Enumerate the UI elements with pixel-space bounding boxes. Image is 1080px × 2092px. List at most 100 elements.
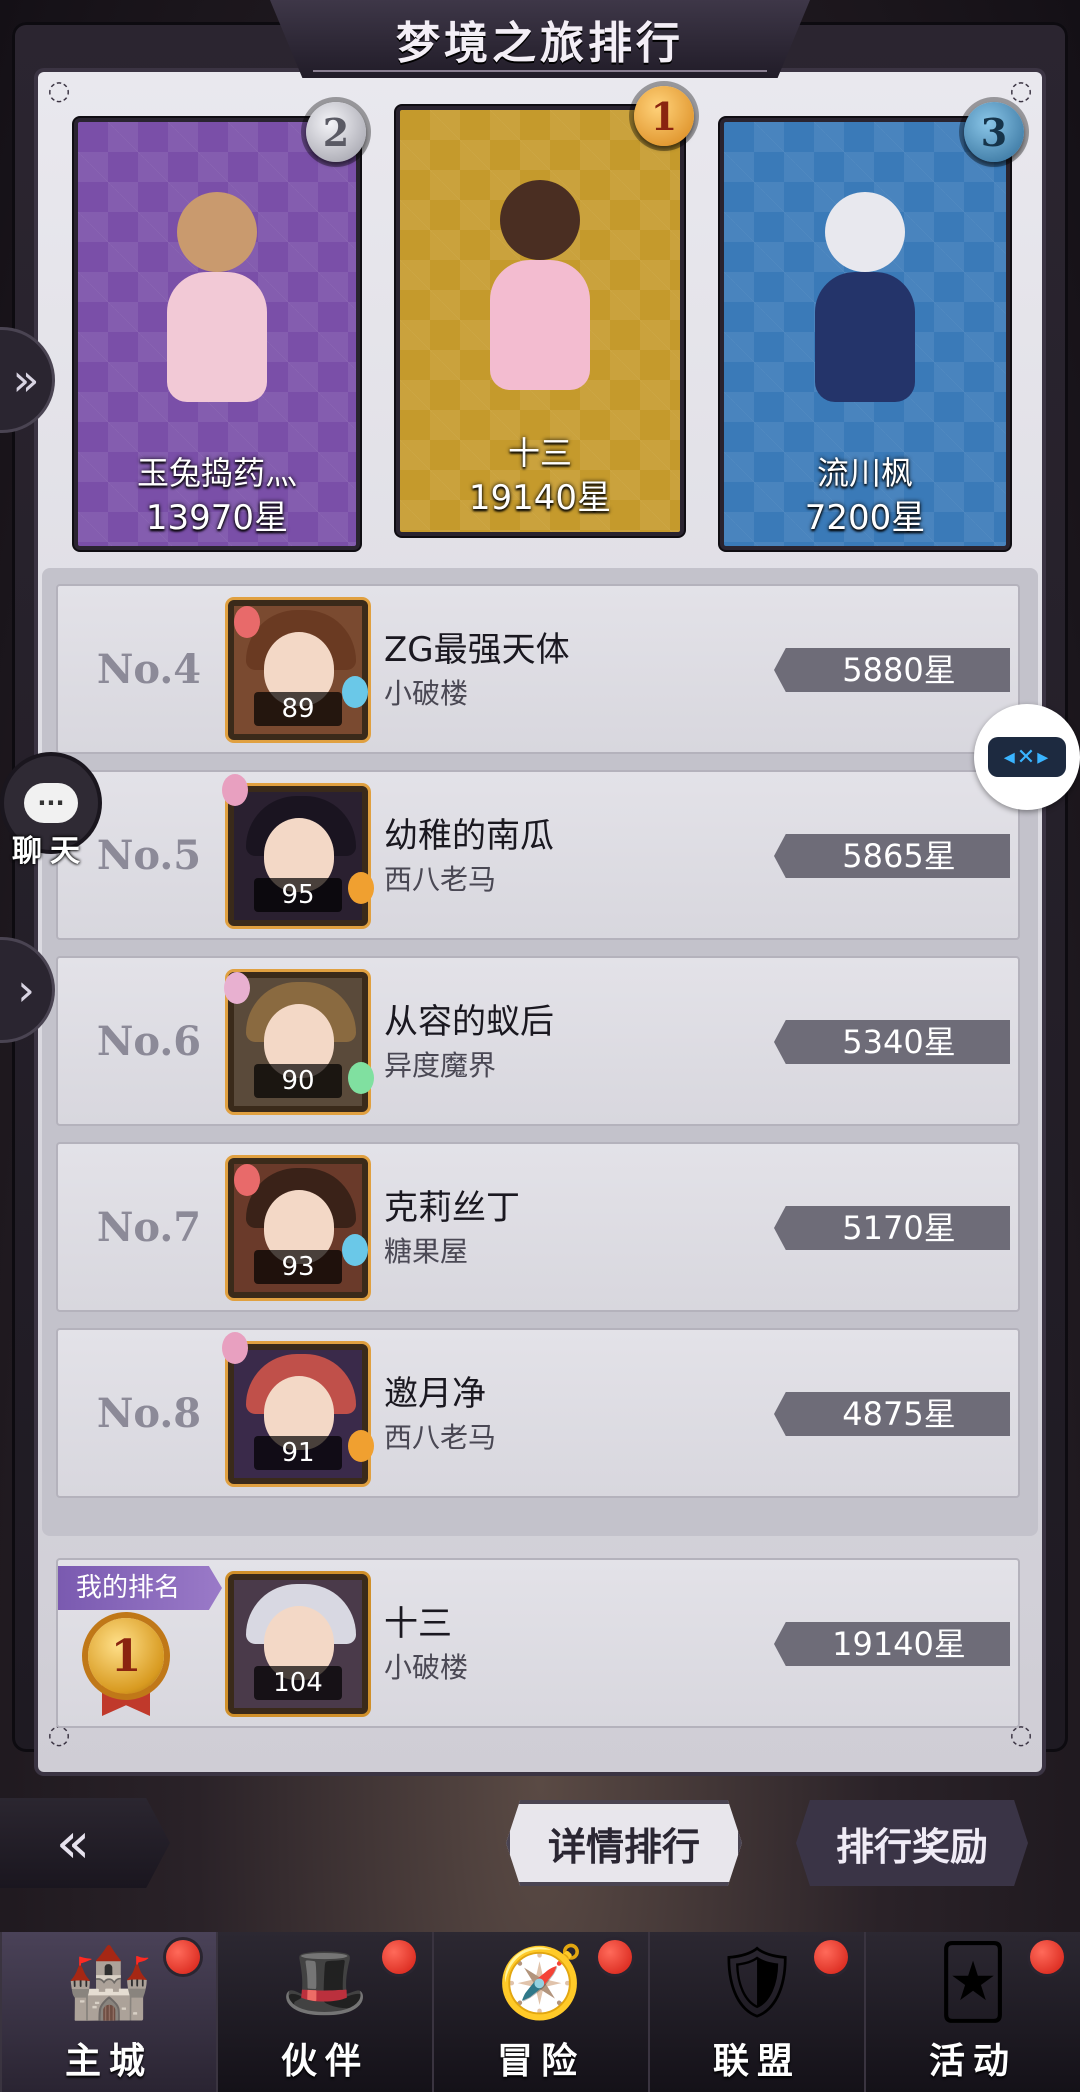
star-count: 5170星 — [774, 1206, 1010, 1250]
ranking-row[interactable]: No.7 93 克莉丝丁 糖果屋 5170星 — [56, 1142, 1020, 1312]
ranking-rewards-button[interactable]: 排行奖励 — [796, 1800, 1028, 1886]
guild-name: 西八老马 — [384, 863, 497, 896]
star-count: 5880星 — [774, 648, 1010, 692]
player-name: 邀月净 — [384, 1374, 486, 1414]
chat-label: 聊天 — [12, 834, 88, 869]
rank-number: No.8 — [96, 1390, 202, 1437]
party-horn-icon — [348, 872, 374, 904]
bubble-icon — [348, 1062, 374, 1094]
guild-name: 小破楼 — [384, 1651, 469, 1684]
gamepad-icon: ◂✕▸ — [988, 737, 1066, 777]
floating-game-button[interactable]: ◂✕▸ — [974, 704, 1080, 810]
star-count: 4875星 — [774, 1392, 1010, 1436]
corner-ornament: ◌ — [1009, 76, 1033, 106]
character-portrait — [142, 192, 292, 422]
podium-player-name: 十三 — [507, 434, 572, 472]
avatar[interactable]: 95 — [228, 786, 368, 926]
podium-star-count: 7200星 — [804, 498, 926, 538]
notification-dot — [814, 1940, 848, 1974]
player-name: 幼稚的南瓜 — [384, 816, 554, 856]
rank-number: No.5 — [96, 832, 202, 879]
star-count: 5865星 — [774, 834, 1010, 878]
player-level: 90 — [254, 1064, 342, 1098]
nav-label: 冒险 — [496, 2040, 585, 2082]
ranking-row[interactable]: No.6 90 从容的蚁后 异度魔界 5340星 — [56, 956, 1020, 1126]
double-chevron-right-icon: » — [12, 354, 40, 406]
balloon-icon — [342, 1234, 368, 1266]
ranking-row[interactable]: No.4 89 ZG最强天体 小破楼 5880星 — [56, 584, 1020, 754]
nav-item-events[interactable]: 🃏 活动 — [864, 1932, 1080, 2092]
balloon-icon — [234, 1164, 260, 1196]
rank-medal-icon: 1 — [88, 1618, 164, 1694]
star-count: 5340星 — [774, 1020, 1010, 1064]
player-name: ZG最强天体 — [384, 630, 570, 670]
nav-item-adventure[interactable]: 🧭 冒险 — [432, 1932, 648, 2092]
my-rank-tag: 我的排名 — [58, 1566, 222, 1610]
nav-label: 伙伴 — [280, 2040, 369, 2082]
guild-name: 西八老马 — [384, 1421, 497, 1454]
chat-icon: ··· — [24, 783, 78, 823]
rank-1-badge: 1 — [634, 86, 694, 146]
podium-player-name: 玉兔捣药灬 — [136, 454, 297, 492]
podium-star-count: 13970星 — [145, 498, 289, 538]
shield-icon: 🛡 — [712, 1940, 802, 2023]
title-plate: 梦境之旅排行 — [270, 0, 810, 78]
rank-number: No.7 — [96, 1204, 202, 1251]
my-rank-row[interactable]: 我的排名 1 104 十三 小破楼 19140星 — [56, 1558, 1020, 1728]
podium-card-rank-2[interactable]: 玉兔捣药灬 13970星 — [74, 118, 360, 550]
star-count: 19140星 — [774, 1622, 1010, 1666]
podium-player-name: 流川枫 — [816, 454, 913, 492]
avatar[interactable]: 91 — [228, 1344, 368, 1484]
podium-card-rank-3[interactable]: 流川枫 7200星 — [720, 118, 1010, 550]
character-portrait — [465, 180, 615, 410]
balloon-icon — [222, 774, 248, 806]
nav-item-partners[interactable]: 🎩 伙伴 — [216, 1932, 432, 2092]
ranking-row[interactable]: No.8 91 邀月净 西八老马 4875星 — [56, 1328, 1020, 1498]
player-name: 从容的蚁后 — [384, 1002, 554, 1042]
page-title: 梦境之旅排行 — [396, 18, 684, 69]
compass-icon: 🧭 — [497, 1940, 585, 2023]
player-level: 95 — [254, 878, 342, 912]
player-name: 克莉丝丁 — [384, 1188, 520, 1228]
rank-number: No.6 — [96, 1018, 202, 1065]
podium-card-rank-1[interactable]: 十三 19140星 — [396, 106, 684, 536]
nav-label: 联盟 — [712, 2040, 801, 2082]
balloon-icon — [234, 606, 260, 638]
balloon-icon — [342, 676, 368, 708]
rank-number: No.4 — [96, 646, 202, 693]
player-level: 104 — [254, 1666, 342, 1700]
player-level: 89 — [254, 692, 342, 726]
ranking-row[interactable]: No.5 95 幼稚的南瓜 西八老马 5865星 — [56, 770, 1020, 940]
cards-icon: 🃏 — [937, 1941, 1009, 2023]
avatar[interactable]: 104 — [228, 1574, 368, 1714]
nav-label: 主城 — [64, 2040, 153, 2082]
character-portrait — [790, 192, 940, 422]
party-horn-icon — [348, 1430, 374, 1462]
guild-name: 小破楼 — [384, 677, 469, 710]
guild-name: 糖果屋 — [384, 1235, 469, 1268]
player-level: 91 — [254, 1436, 342, 1470]
rank-3-badge: 3 — [964, 102, 1024, 162]
player-name: 十三 — [384, 1604, 452, 1644]
detail-ranking-button[interactable]: 详情排行 — [506, 1800, 742, 1886]
chevron-right-icon: › — [17, 964, 35, 1016]
notification-dot — [1030, 1940, 1064, 1974]
nav-item-alliance[interactable]: 🛡 联盟 — [648, 1932, 864, 2092]
corner-ornament: ◌ — [47, 76, 71, 106]
balloon-icon — [224, 972, 250, 1004]
wizard-hat-icon: 🎩 — [281, 1940, 369, 2023]
notification-dot — [382, 1940, 416, 1974]
castle-icon: 🏰 — [65, 1940, 153, 2023]
notification-dot — [166, 1940, 200, 1974]
player-level: 93 — [254, 1250, 342, 1284]
podium-star-count: 19140星 — [468, 478, 612, 518]
guild-name: 异度魔界 — [384, 1049, 497, 1082]
balloon-icon — [222, 1332, 248, 1364]
nav-item-main-city[interactable]: 🏰 主城 — [0, 1932, 216, 2092]
notification-dot — [598, 1940, 632, 1974]
back-button[interactable]: « — [0, 1798, 170, 1888]
rank-2-badge: 2 — [306, 102, 366, 162]
nav-label: 活动 — [928, 2040, 1017, 2082]
bottom-nav: 🏰 主城 🎩 伙伴 🧭 冒险 🛡 联盟 🃏 活动 — [0, 1932, 1080, 2092]
back-arrow-icon: « — [55, 1810, 91, 1876]
